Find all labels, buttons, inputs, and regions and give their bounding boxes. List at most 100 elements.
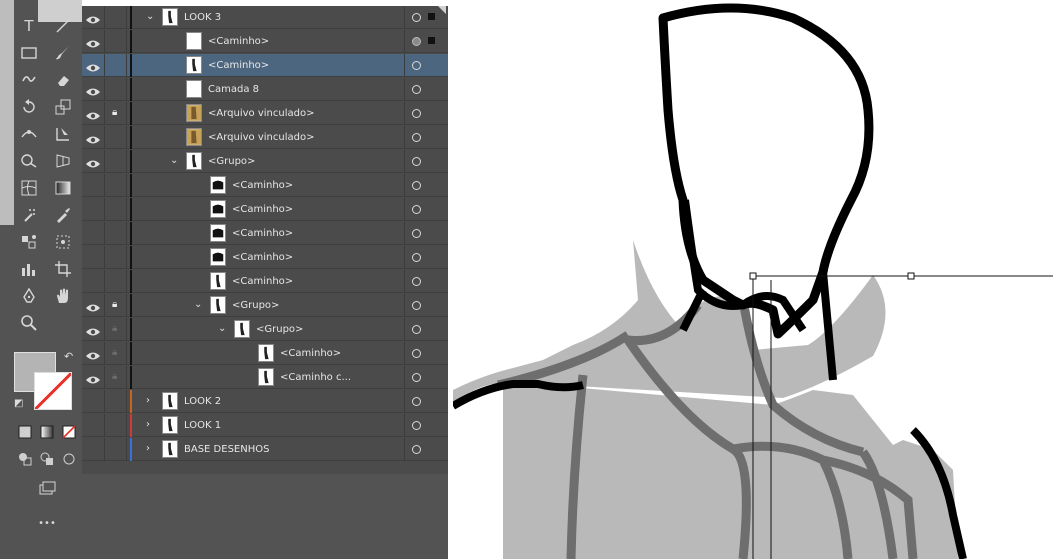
visibility-eye-icon[interactable]: [85, 179, 101, 191]
layer-name[interactable]: <Caminho>: [232, 198, 293, 221]
visibility-eye-icon[interactable]: [85, 155, 101, 168]
selection-indicator[interactable]: [428, 37, 435, 44]
layer-name[interactable]: <Grupo>: [232, 294, 279, 317]
column-graph-icon[interactable]: [18, 259, 40, 279]
lock-icon[interactable]: 🔒︎: [112, 322, 122, 336]
layer-row[interactable]: ⌄ <Grupo>: [82, 150, 448, 173]
artboard-icon[interactable]: [52, 259, 74, 279]
layer-name[interactable]: <Caminho>: [208, 54, 269, 77]
layer-name[interactable]: <Grupo>: [256, 318, 303, 341]
target-circle-icon[interactable]: [412, 133, 421, 142]
layer-row[interactable]: ⌄ LOOK 3: [82, 6, 448, 29]
scale-icon[interactable]: [52, 97, 74, 117]
target-circle-icon[interactable]: [412, 61, 421, 70]
visibility-eye-icon[interactable]: [85, 395, 101, 407]
layer-row[interactable]: <Caminho>: [82, 198, 448, 221]
visibility-eye-icon[interactable]: [85, 107, 101, 120]
width-icon[interactable]: [18, 124, 40, 144]
visibility-eye-icon[interactable]: [85, 419, 101, 431]
perspective-icon[interactable]: [52, 151, 74, 171]
shaper-icon[interactable]: [18, 70, 40, 90]
rectangle-icon[interactable]: [18, 43, 40, 63]
target-circle-icon[interactable]: [412, 109, 421, 118]
layer-row[interactable]: 🔒︎ <Arquivo vinculado>: [82, 102, 448, 125]
pen-icon[interactable]: [18, 286, 40, 306]
visibility-eye-icon[interactable]: [85, 59, 101, 72]
layer-name[interactable]: <Caminho>: [232, 222, 293, 245]
blend-icon[interactable]: [18, 232, 40, 252]
artboard-canvas[interactable]: [453, 0, 1053, 559]
layer-row[interactable]: 🔒︎ <Caminho c...: [82, 366, 448, 389]
lock-icon[interactable]: 🔒︎: [112, 298, 122, 312]
visibility-eye-icon[interactable]: [85, 251, 101, 263]
none-mode-icon[interactable]: [58, 422, 80, 442]
visibility-eye-icon[interactable]: [85, 323, 101, 336]
target-circle-icon[interactable]: [412, 205, 421, 214]
layer-name[interactable]: Camada 8: [208, 78, 259, 101]
shape-builder-icon[interactable]: [18, 151, 40, 171]
layer-name[interactable]: <Caminho>: [208, 30, 269, 53]
chevron-right-icon[interactable]: ›: [146, 393, 156, 409]
type-icon[interactable]: T: [18, 16, 40, 36]
symbol-sprayer-icon[interactable]: [18, 205, 40, 225]
target-circle-icon[interactable]: [412, 85, 421, 94]
target-circle-icon[interactable]: [412, 157, 421, 166]
target-circle-icon[interactable]: [412, 373, 421, 382]
layer-name[interactable]: LOOK 3: [184, 6, 221, 29]
draw-behind-icon[interactable]: [36, 449, 58, 469]
layer-row[interactable]: <Caminho>: [82, 222, 448, 245]
target-circle-icon[interactable]: [412, 397, 421, 406]
layer-name[interactable]: <Arquivo vinculado>: [208, 102, 314, 125]
chevron-down-icon[interactable]: ⌄: [194, 297, 204, 313]
layer-name[interactable]: <Caminho>: [280, 342, 341, 365]
layer-row[interactable]: <Arquivo vinculado>: [82, 126, 448, 149]
layer-name[interactable]: <Caminho c...: [280, 366, 351, 389]
lock-icon[interactable]: 🔒︎: [112, 106, 122, 120]
visibility-eye-icon[interactable]: [85, 203, 101, 215]
target-circle-icon[interactable]: [412, 37, 421, 46]
color-mode-icon[interactable]: [14, 422, 36, 442]
gradient-icon[interactable]: [52, 178, 74, 198]
layer-name[interactable]: <Grupo>: [208, 150, 255, 173]
eraser-icon[interactable]: [52, 70, 74, 90]
visibility-eye-icon[interactable]: [85, 275, 101, 287]
free-transform-icon[interactable]: [52, 124, 74, 144]
more-tools-icon[interactable]: •••: [36, 514, 58, 534]
layer-row[interactable]: › LOOK 2: [82, 390, 448, 413]
layer-row[interactable]: <Caminho>: [82, 30, 448, 53]
swap-colors-icon[interactable]: ↶: [64, 350, 73, 363]
layer-row[interactable]: › LOOK 1: [82, 414, 448, 437]
target-circle-icon[interactable]: [412, 349, 421, 358]
eyedropper-alt-icon[interactable]: [52, 232, 74, 252]
layer-row[interactable]: <Caminho>: [82, 270, 448, 293]
target-circle-icon[interactable]: [412, 181, 421, 190]
draw-normal-icon[interactable]: [14, 449, 36, 469]
lock-icon[interactable]: 🔒︎: [112, 346, 122, 360]
target-circle-icon[interactable]: [412, 445, 421, 454]
target-circle-icon[interactable]: [412, 253, 421, 262]
layer-name[interactable]: <Caminho>: [232, 270, 293, 293]
panel-menu-icon[interactable]: [438, 6, 446, 14]
chevron-down-icon[interactable]: ⌄: [146, 9, 156, 25]
visibility-eye-icon[interactable]: [85, 371, 101, 384]
visibility-eye-icon[interactable]: [85, 11, 101, 24]
line-icon[interactable]: [52, 16, 74, 36]
layer-row[interactable]: 🔒︎ <Caminho>: [82, 342, 448, 365]
layer-name[interactable]: <Caminho>: [232, 174, 293, 197]
layer-row[interactable]: Camada 8: [82, 78, 448, 101]
mesh-icon[interactable]: [18, 178, 40, 198]
rotate-icon[interactable]: [18, 97, 40, 117]
visibility-eye-icon[interactable]: [85, 35, 101, 48]
layer-row[interactable]: 🔒︎ ⌄ <Grupo>: [82, 294, 448, 317]
stroke-color-swatch[interactable]: [34, 372, 72, 410]
lock-icon[interactable]: 🔒︎: [112, 370, 122, 384]
selection-indicator[interactable]: [428, 13, 435, 20]
chevron-right-icon[interactable]: ›: [146, 441, 156, 457]
target-circle-icon[interactable]: [412, 421, 421, 430]
layer-name[interactable]: <Caminho>: [232, 246, 293, 269]
eyedropper-icon[interactable]: [52, 205, 74, 225]
layer-name[interactable]: LOOK 1: [184, 414, 221, 437]
layer-name[interactable]: <Arquivo vinculado>: [208, 126, 314, 149]
layer-row[interactable]: <Caminho>: [82, 54, 448, 77]
visibility-eye-icon[interactable]: [85, 83, 101, 96]
